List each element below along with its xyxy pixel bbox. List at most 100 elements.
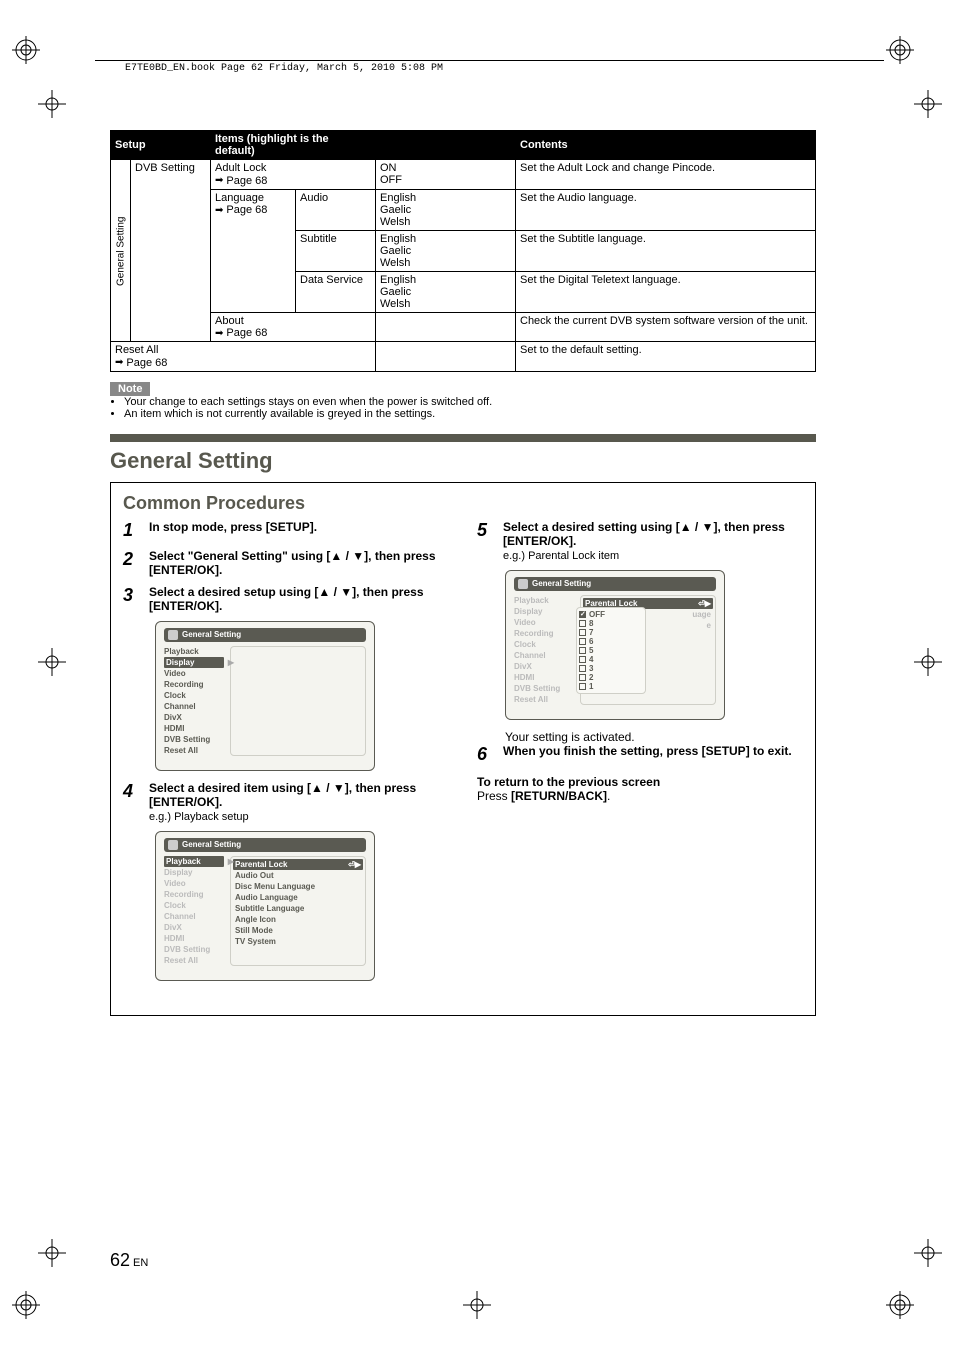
procedures-title: Common Procedures: [123, 493, 803, 514]
osd-menu-item: DivX: [164, 712, 224, 723]
osd-menu-item: HDMI: [514, 672, 574, 683]
osd-option-label: 6: [589, 637, 593, 646]
return-heading: To return to the previous screen: [477, 775, 803, 789]
osd-menu-item: Display: [164, 867, 224, 878]
osd-title: General Setting: [164, 628, 366, 642]
reg-mark-br: [886, 1291, 914, 1319]
page-content: Setup Items (highlight is the default) C…: [110, 130, 816, 1016]
opts-cell: ON OFF: [376, 160, 516, 190]
osd-option-label: 1: [589, 682, 593, 691]
checkbox-icon: [579, 638, 586, 645]
osd-option: 4: [579, 655, 643, 664]
section-title: General Setting: [110, 448, 816, 474]
group-cell: DVB Setting: [131, 160, 211, 342]
wrench-icon: [168, 630, 178, 640]
step-number: 6: [477, 744, 493, 765]
reg-mark-bl: [12, 1291, 40, 1319]
sub-cell: Subtitle: [296, 230, 376, 271]
osd-menu-item: Clock: [514, 639, 574, 650]
reset-label: Reset All: [115, 344, 158, 356]
osd-panel-item: TV System: [233, 936, 363, 947]
osd-option-label: 2: [589, 673, 593, 682]
step-number: 1: [123, 520, 139, 541]
step-1: 1 In stop mode, press [SETUP].: [123, 520, 449, 541]
crosshair-tr: [914, 90, 942, 118]
osd-right-panel-empty: [230, 646, 366, 756]
osd-menu-item: DivX: [164, 922, 224, 933]
osd-menu: Playback Display Video Recording Clock C…: [514, 595, 574, 705]
step-text: When you finish the setting, press [SETU…: [503, 744, 792, 765]
sub-cell: Audio: [296, 189, 376, 230]
note-item: Your change to each settings stays on ev…: [124, 396, 816, 408]
book-header: E7TE0BD_EN.book Page 62 Friday, March 5,…: [95, 60, 884, 63]
step-number: 4: [123, 781, 139, 823]
sub-cell: Data Service: [296, 271, 376, 312]
step-number: 5: [477, 520, 493, 562]
checkbox-icon: [579, 674, 586, 681]
osd-menu-item: Video: [164, 878, 224, 889]
step-text: Select "General Setting" using [▲ / ▼], …: [149, 549, 449, 577]
th-contents: Contents: [516, 131, 816, 160]
osd-menu-item: HDMI: [164, 723, 224, 734]
note-item: An item which is not currently available…: [124, 408, 816, 420]
osd-right-panel: Parental Lock⏎▶ Audio Out Disc Menu Lang…: [230, 856, 366, 966]
page-ref: Page 68: [215, 327, 267, 339]
side-label: General Setting: [111, 160, 131, 342]
osd-menu-item: DVB Setting: [514, 683, 574, 694]
step-3: 3 Select a desired setup using [▲ / ▼], …: [123, 585, 449, 613]
item-label: About: [215, 315, 244, 327]
step-text: Select a desired item using [▲ / ▼], the…: [149, 781, 449, 809]
th-setup: Setup: [111, 131, 211, 160]
book-header-text: E7TE0BD_EN.book Page 62 Friday, March 5,…: [125, 63, 443, 74]
crosshair-bl: [38, 1239, 66, 1267]
wrench-icon: [168, 840, 178, 850]
osd-title-text: General Setting: [532, 579, 591, 588]
crosshair-ml: [38, 648, 66, 676]
osd-menu-item: Clock: [164, 900, 224, 911]
checkbox-icon: [579, 629, 586, 636]
checkbox-icon: [579, 647, 586, 654]
osd-option: 5: [579, 646, 643, 655]
reg-mark-tl: [12, 36, 40, 64]
osd-title: General Setting: [164, 838, 366, 852]
osd-menu-item: Channel: [514, 650, 574, 661]
osd-menu-item: Reset All: [514, 694, 574, 705]
osd-option-label: 8: [589, 619, 593, 628]
osd-option: 3: [579, 664, 643, 673]
osd-menu-item: DVB Setting: [164, 944, 224, 955]
osd-option: 1: [579, 682, 643, 691]
step-number: 2: [123, 549, 139, 577]
left-column: 1 In stop mode, press [SETUP]. 2 Select …: [123, 520, 449, 991]
table-row: Reset All Page 68 Set to the default set…: [111, 342, 816, 372]
osd-menu-item: DVB Setting: [164, 734, 224, 745]
osd-menu-item: Video: [514, 617, 574, 628]
osd-option: 8: [579, 619, 643, 628]
osd-option: 2: [579, 673, 643, 682]
opts-cell: English Gaelic Welsh: [376, 230, 516, 271]
step-text: Select a desired setup using [▲ / ▼], th…: [149, 585, 449, 613]
return-body-post: .: [607, 789, 610, 803]
desc-cell: Set the Adult Lock and change Pincode.: [516, 160, 816, 190]
osd-menu-item: DivX: [514, 661, 574, 672]
crosshair-bc: [463, 1291, 491, 1319]
osd-menu-item: Reset All: [164, 955, 224, 966]
section-divider: [110, 434, 816, 442]
osd-menu-item: Clock: [164, 690, 224, 701]
procedures-box: Common Procedures 1 In stop mode, press …: [110, 482, 816, 1016]
osd-menu-item: Reset All: [164, 745, 224, 756]
step-subtext: e.g.) Parental Lock item: [503, 550, 803, 562]
page-number: 62EN: [110, 1250, 148, 1271]
return-body-key: [RETURN/BACK]: [511, 789, 607, 803]
item-cell: Language Page 68: [211, 189, 296, 312]
page-ref: Page 68: [215, 175, 267, 187]
osd-menu: Playback Display Video Recording Clock C…: [164, 646, 224, 756]
page-number-value: 62: [110, 1250, 130, 1270]
osd-title: General Setting: [514, 577, 716, 591]
th-items: Items (highlight is the default): [211, 131, 376, 160]
step-5: 5 Select a desired setting using [▲ / ▼]…: [477, 520, 803, 562]
osd-panel-item-selected: Parental Lock⏎▶: [233, 859, 363, 870]
opts-cell: English Gaelic Welsh: [376, 189, 516, 230]
step-4: 4 Select a desired item using [▲ / ▼], t…: [123, 781, 449, 823]
table-header-row: Setup Items (highlight is the default) C…: [111, 131, 816, 160]
osd-option-label: 4: [589, 655, 593, 664]
